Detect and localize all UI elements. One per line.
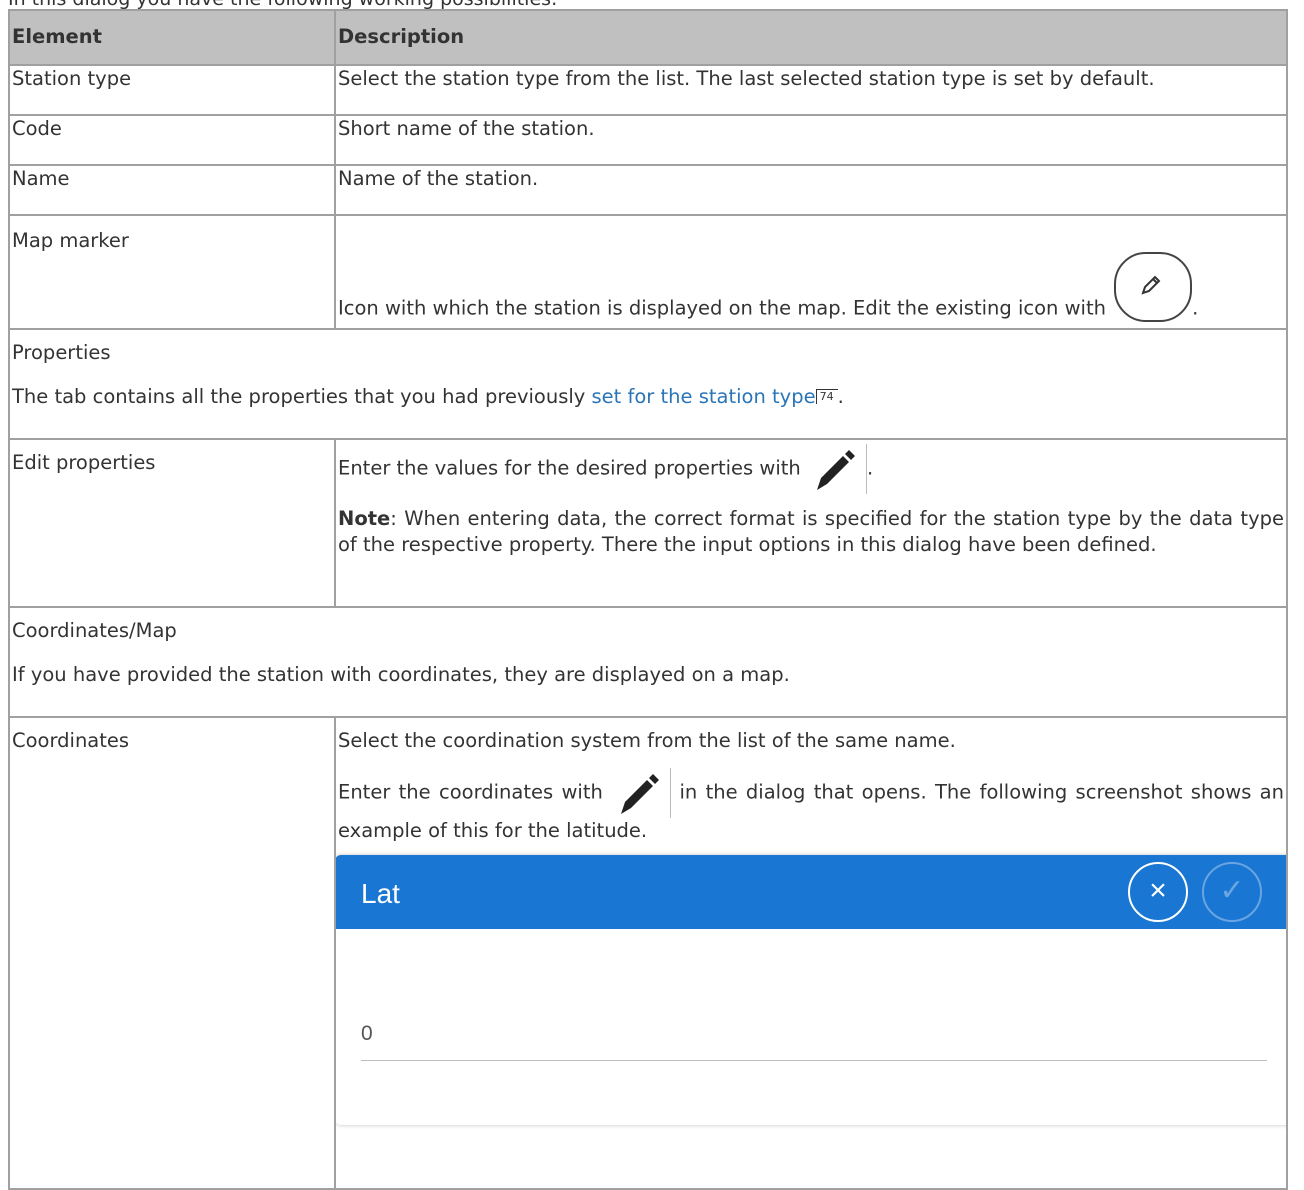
row-element: Code <box>8 114 336 166</box>
row-element: Station type <box>8 64 336 116</box>
pencil-circle-icon <box>1114 252 1193 322</box>
table-header-row: Element Description <box>8 9 1288 66</box>
coordinates-text-2-before: Enter the coordinates with <box>338 780 603 804</box>
coordinates-map-text: If you have provided the station with co… <box>12 663 790 687</box>
row-element: Edit properties <box>8 438 336 608</box>
table-row: Station type Select the station type fro… <box>8 64 1288 116</box>
pencil-icon <box>611 768 672 819</box>
coordinates-text-2: Enter the coordinates with in the dialog… <box>338 768 1284 844</box>
note-text: : When entering data, the correct format… <box>338 507 1284 557</box>
close-button[interactable]: × <box>1128 861 1188 922</box>
row-element: Map marker <box>8 214 336 330</box>
properties-section-row: Properties The tab contains all the prop… <box>8 328 1288 440</box>
properties-title: Properties <box>12 341 111 364</box>
dialog-title: Lat <box>361 877 400 909</box>
latitude-dialog-screenshot: Lat × ✓ 0 <box>337 854 1285 1125</box>
confirm-button[interactable]: ✓ <box>1202 861 1262 922</box>
coordinates-text-1: Select the coordination system from the … <box>338 729 956 752</box>
pencil-icon <box>807 444 867 494</box>
row-description: Icon with which the station is displayed… <box>334 214 1288 330</box>
header-element: Element <box>8 9 336 66</box>
coordinates-section-row: Coordinates/Map If you have provided the… <box>8 606 1288 718</box>
page-ref-badge[interactable]: 74 <box>815 389 838 405</box>
coordinates-map-title: Coordinates/Map <box>12 619 177 642</box>
row-description: Select the station type from the list. T… <box>334 64 1288 116</box>
table-row-edit-properties: Edit properties Enter the values for the… <box>8 438 1288 608</box>
latitude-input[interactable]: 0 <box>361 1020 1267 1061</box>
row-description: Short name of the station. <box>334 114 1288 166</box>
dialog-header: Lat × ✓ <box>337 854 1285 929</box>
properties-text: The tab contains all the properties that… <box>12 385 844 409</box>
row-element: Name <box>8 164 336 216</box>
edit-properties-text: Enter the values for the desired propert… <box>338 444 1284 494</box>
station-type-link[interactable]: set for the station type <box>592 385 816 408</box>
edit-properties-note: Note: When entering data, the correct fo… <box>338 506 1284 559</box>
row-element: Coordinates <box>8 716 336 1190</box>
edit-properties-label: Enter the values for the desired propert… <box>338 456 801 480</box>
table-row: Code Short name of the station. <box>8 114 1288 166</box>
header-description: Description <box>334 9 1288 66</box>
note-label: Note <box>338 507 391 530</box>
map-marker-description: Icon with which the station is displayed… <box>338 296 1106 320</box>
table-row-coordinates: Coordinates Select the coordination syst… <box>8 716 1288 1190</box>
row-description: Name of the station. <box>334 164 1288 216</box>
properties-text-before-link: The tab contains all the properties that… <box>12 385 592 409</box>
working-possibilities-table: Element Description Station type Select … <box>8 9 1288 1190</box>
table-row: Name Name of the station. <box>8 164 1288 216</box>
table-row-map-marker: Map marker Icon with which the station i… <box>8 214 1288 330</box>
